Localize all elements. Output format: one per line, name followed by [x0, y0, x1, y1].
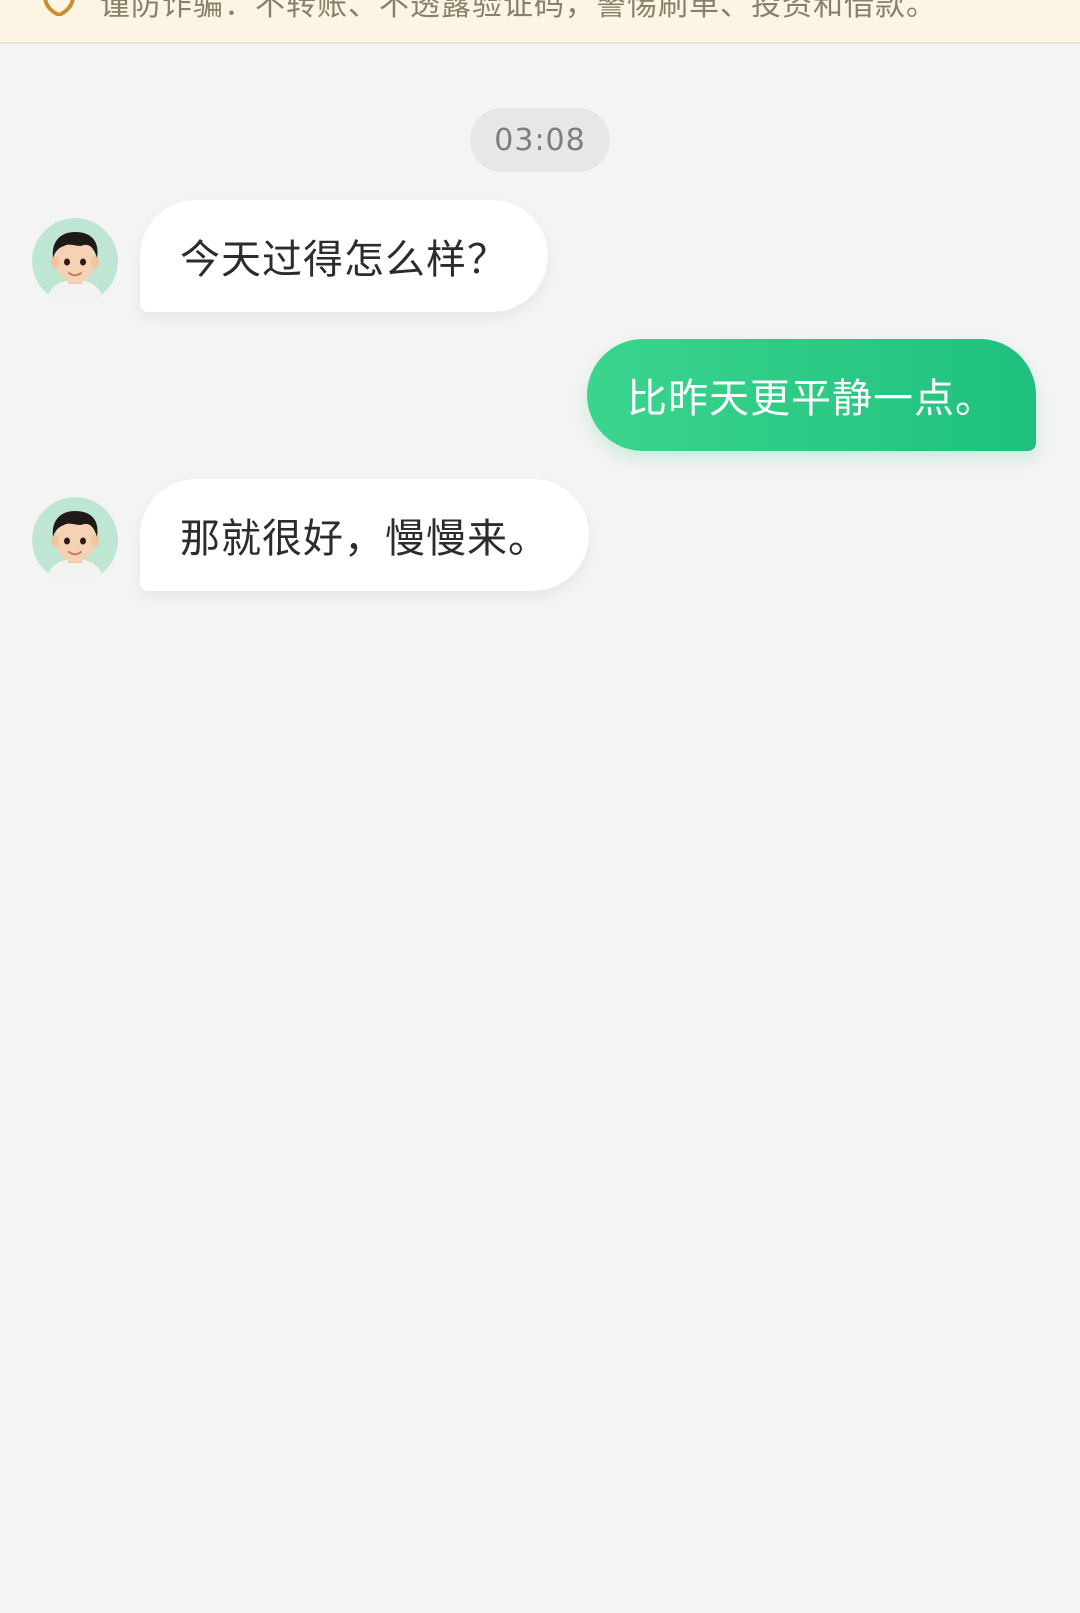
- message-text: 比昨天更平静一点。: [627, 376, 996, 422]
- message-bubble-incoming[interactable]: 那就很好，慢慢来。: [140, 479, 589, 591]
- avatar-boy-icon: [32, 218, 118, 304]
- message-text: 今天过得怎么样？: [180, 237, 508, 283]
- message-bubble-outgoing[interactable]: 比昨天更平静一点。: [587, 339, 1036, 451]
- contact-avatar[interactable]: [32, 218, 118, 304]
- avatar-boy-icon: [32, 497, 118, 583]
- fraud-warning-text: 谨防诈骗：不转账、不透露验证码，警惕刷单、投资和借款。: [100, 0, 937, 23]
- message-bubble-incoming[interactable]: 今天过得怎么样？: [140, 200, 548, 312]
- message-text: 那就很好，慢慢来。: [180, 516, 549, 562]
- message-timestamp: 03:08: [470, 108, 610, 172]
- contact-avatar[interactable]: [32, 497, 118, 583]
- shield-icon: [42, 0, 76, 17]
- chat-screen: 谨防诈骗：不转账、不透露验证码，警惕刷单、投资和借款。 03:08 今天过得怎么…: [0, 0, 1080, 1613]
- fraud-warning-banner[interactable]: 谨防诈骗：不转账、不透露验证码，警惕刷单、投资和借款。: [0, 0, 1080, 44]
